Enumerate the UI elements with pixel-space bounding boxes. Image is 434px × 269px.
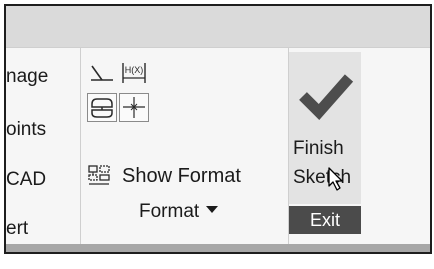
application-window: nage oints CAD ert H(X) Show Format Form… [4,4,432,254]
snap-to-grid-button[interactable] [119,93,149,122]
mouse-cursor-icon [328,167,343,191]
show-overconstrained-button[interactable] [87,93,117,122]
display-constraints-icon [91,65,113,81]
snap-to-grid-icon [123,97,145,118]
title-bar [6,6,430,48]
show-format-icon [88,165,110,185]
ribbon-group-format: H(X) Show Format Format [81,48,289,244]
svg-text:H(X): H(X) [125,65,144,75]
format-group-dropdown[interactable]: Format [139,201,219,223]
exit-group-label: Exit [289,206,361,234]
menu-item-points[interactable]: oints [6,119,46,141]
canvas-edge-strip [6,244,430,252]
show-format-label: Show Format [122,164,241,187]
checkmark-icon [299,74,354,121]
chevron-down-icon [206,206,219,214]
show-overconstrained-icon [91,98,113,118]
ribbon-group-left: nage oints CAD ert [6,48,81,244]
format-group-label: Format [139,201,200,222]
menu-item-manage[interactable]: nage [6,66,48,88]
display-constraints-button[interactable] [87,58,117,87]
show-format-button[interactable]: Show Format [87,161,241,191]
finish-sketch-button[interactable]: Finish Sketch [289,52,361,204]
ribbon-panel: nage oints CAD ert H(X) Show Format Form… [6,48,430,244]
display-dimensions-icon: H(X) [122,63,146,83]
display-dimensions-button[interactable]: H(X) [119,58,149,87]
ribbon-group-exit: Finish Sketch Exit [289,48,361,244]
menu-item-insert[interactable]: ert [6,218,28,240]
finish-sketch-label-line1: Finish [293,138,344,159]
menu-item-acad[interactable]: CAD [6,169,46,191]
